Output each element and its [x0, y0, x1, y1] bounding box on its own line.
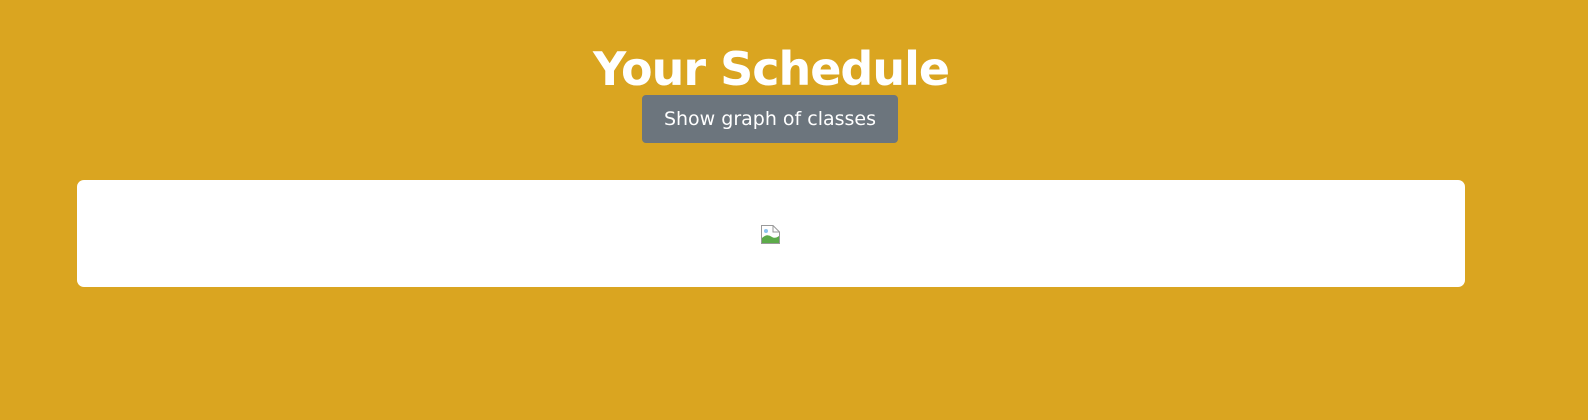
broken-image-icon — [760, 224, 781, 245]
page-title: Your Schedule — [592, 41, 950, 96]
show-graph-button[interactable]: Show graph of classes — [642, 95, 898, 143]
schedule-card — [77, 180, 1465, 287]
